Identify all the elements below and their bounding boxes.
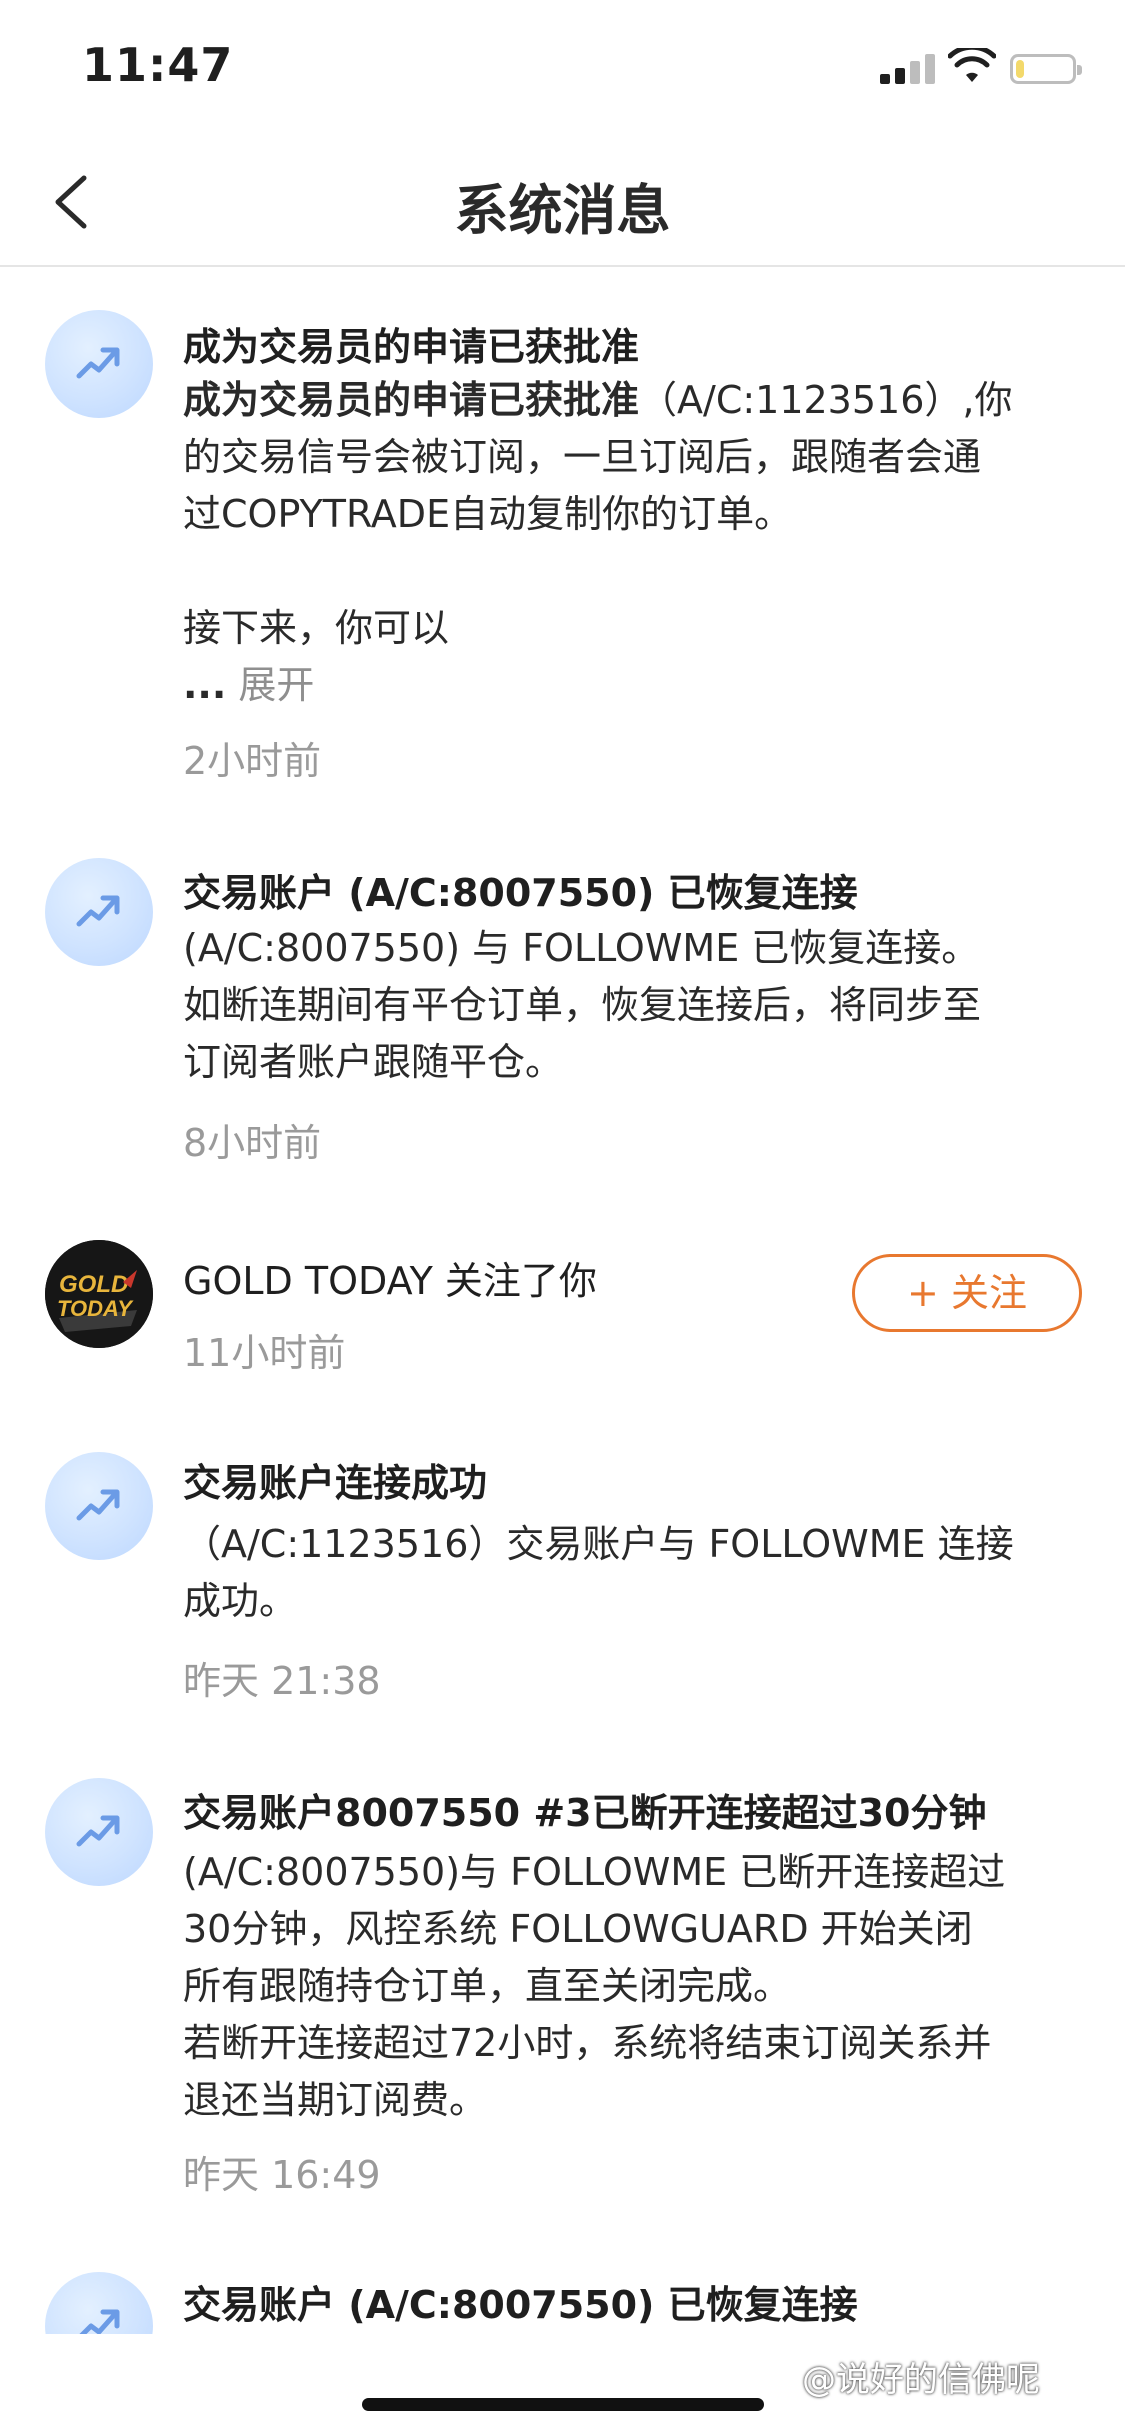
message-time: 8小时前 [183, 1121, 322, 1165]
wifi-icon [948, 48, 996, 82]
message-body-line-5: 退还当期订阅费。 [183, 2078, 488, 2122]
system-avatar [45, 858, 153, 966]
watermark: @说好的信佛呢 [802, 2360, 1040, 2400]
message-body-spacer [183, 543, 1083, 600]
gold-today-avatar[interactable]: GOLD TODAY [45, 1240, 153, 1348]
message-title: 成为交易员的申请已获批准 [183, 325, 640, 369]
battery-level [1016, 60, 1024, 78]
trend-arrow-icon [76, 1489, 120, 1521]
follower-item[interactable]: GOLD TODAY GOLD TODAY 关注了你 11小时前 + 关注 [0, 1236, 1125, 1386]
message-item[interactable]: 交易账户连接成功 （A/C:1123516）交易账户与 FOLLOWME 连接 … [0, 1452, 1125, 1712]
message-time: 11小时前 [183, 1331, 346, 1375]
message-time: 2小时前 [183, 739, 322, 783]
trend-arrow-icon [76, 895, 120, 927]
gold-today-logo: GOLD TODAY [45, 1240, 153, 1348]
logo-text-gold: GOLD [59, 1271, 128, 1298]
message-body-line-1: 成为交易员的申请已获批准（A/C:1123516）,你 [183, 372, 1083, 429]
logo-text-today: TODAY [57, 1296, 134, 1321]
page-title: 系统消息 [454, 179, 671, 242]
system-avatar [45, 1778, 153, 1886]
message-time: 昨天 16:49 [183, 2153, 381, 2197]
nav-bar: 系统消息 [0, 140, 1125, 267]
trend-arrow-icon [76, 347, 120, 379]
message-body-line-1: (A/C:8007550) 与 FOLLOWME 已恢复连接。 [183, 926, 980, 970]
message-body-line-2: 的交易信号会被订阅，一旦订阅后，跟随者会通 [183, 435, 982, 479]
message-body-highlight: 成为交易员的申请已获批准 [183, 378, 640, 422]
ellipsis: ... [183, 663, 227, 707]
message-item[interactable]: 成为交易员的申请已获批准 成为交易员的申请已获批准（A/C:1123516）,你… [0, 300, 1125, 790]
follow-button[interactable]: + 关注 [852, 1254, 1082, 1332]
message-item[interactable]: 交易账户 (A/C:8007550) 已恢复连接 (A/C:8007550) 与… [0, 850, 1125, 1170]
message-title: 交易账户 (A/C:8007550) 已恢复连接 [183, 871, 858, 915]
expand-link[interactable]: 展开 [238, 663, 314, 707]
message-title: 交易账户 (A/C:8007550) 已恢复连接 [183, 2283, 858, 2327]
message-time: 昨天 21:38 [183, 1659, 381, 1703]
message-item[interactable]: 交易账户 (A/C:8007550) 已恢复连接 [0, 2272, 1125, 2334]
follower-title: GOLD TODAY 关注了你 [183, 1259, 597, 1303]
system-avatar [45, 1452, 153, 1560]
message-body-line-3: 订阅者账户跟随平仓。 [183, 1040, 564, 1084]
home-indicator[interactable] [362, 2398, 764, 2411]
trend-arrow-icon [79, 2309, 120, 2334]
message-body: (A/C:8007550)与 FOLLOWME 已断开连接超过 30分钟，风控系… [183, 1844, 1083, 2129]
message-body: 成为交易员的申请已获批准（A/C:1123516）,你 的交易信号会被订阅，一旦… [183, 372, 1083, 714]
message-body-line-3: 所有跟随持仓订单，直至关闭完成。 [183, 1964, 792, 2008]
message-body-line-3: 过COPYTRADE自动复制你的订单。 [183, 492, 793, 536]
system-avatar [45, 2272, 153, 2334]
cellular-signal-icon [880, 52, 936, 84]
message-body: （A/C:1123516）交易账户与 FOLLOWME 连接 成功。 [183, 1516, 1083, 1630]
message-title: 交易账户8007550 #3已断开连接超过30分钟 [183, 1791, 987, 1835]
system-avatar [45, 310, 153, 418]
expand-row: ... 展开 [183, 657, 1083, 714]
message-body-line-1: (A/C:8007550)与 FOLLOWME 已断开连接超过 [183, 1850, 1006, 1894]
battery-icon [1010, 54, 1082, 84]
message-body-line-1: （A/C:1123516）交易账户与 FOLLOWME 连接 [183, 1522, 1014, 1566]
message-body-line-2: 如断连期间有平仓订单，恢复连接后，将同步至 [183, 983, 982, 1027]
status-time: 11:47 [82, 38, 234, 92]
message-body-line-4: 接下来，你可以 [183, 606, 450, 650]
trend-arrow-icon [76, 1815, 120, 1847]
message-title: 交易账户连接成功 [183, 1461, 488, 1505]
message-body-line-2: 成功。 [183, 1579, 298, 1623]
message-body-text: （A/C:1123516）,你 [639, 378, 1013, 422]
message-body-line-4: 若断开连接超过72小时，系统将结束订阅关系并 [183, 2021, 992, 2065]
message-body: (A/C:8007550) 与 FOLLOWME 已恢复连接。 如断连期间有平仓… [183, 920, 1083, 1091]
message-item[interactable]: 交易账户8007550 #3已断开连接超过30分钟 (A/C:8007550)与… [0, 1778, 1125, 2197]
message-body-line-2: 30分钟，风控系统 FOLLOWGUARD 开始关闭 [183, 1907, 973, 1951]
status-bar: 11:47 [0, 0, 1125, 140]
